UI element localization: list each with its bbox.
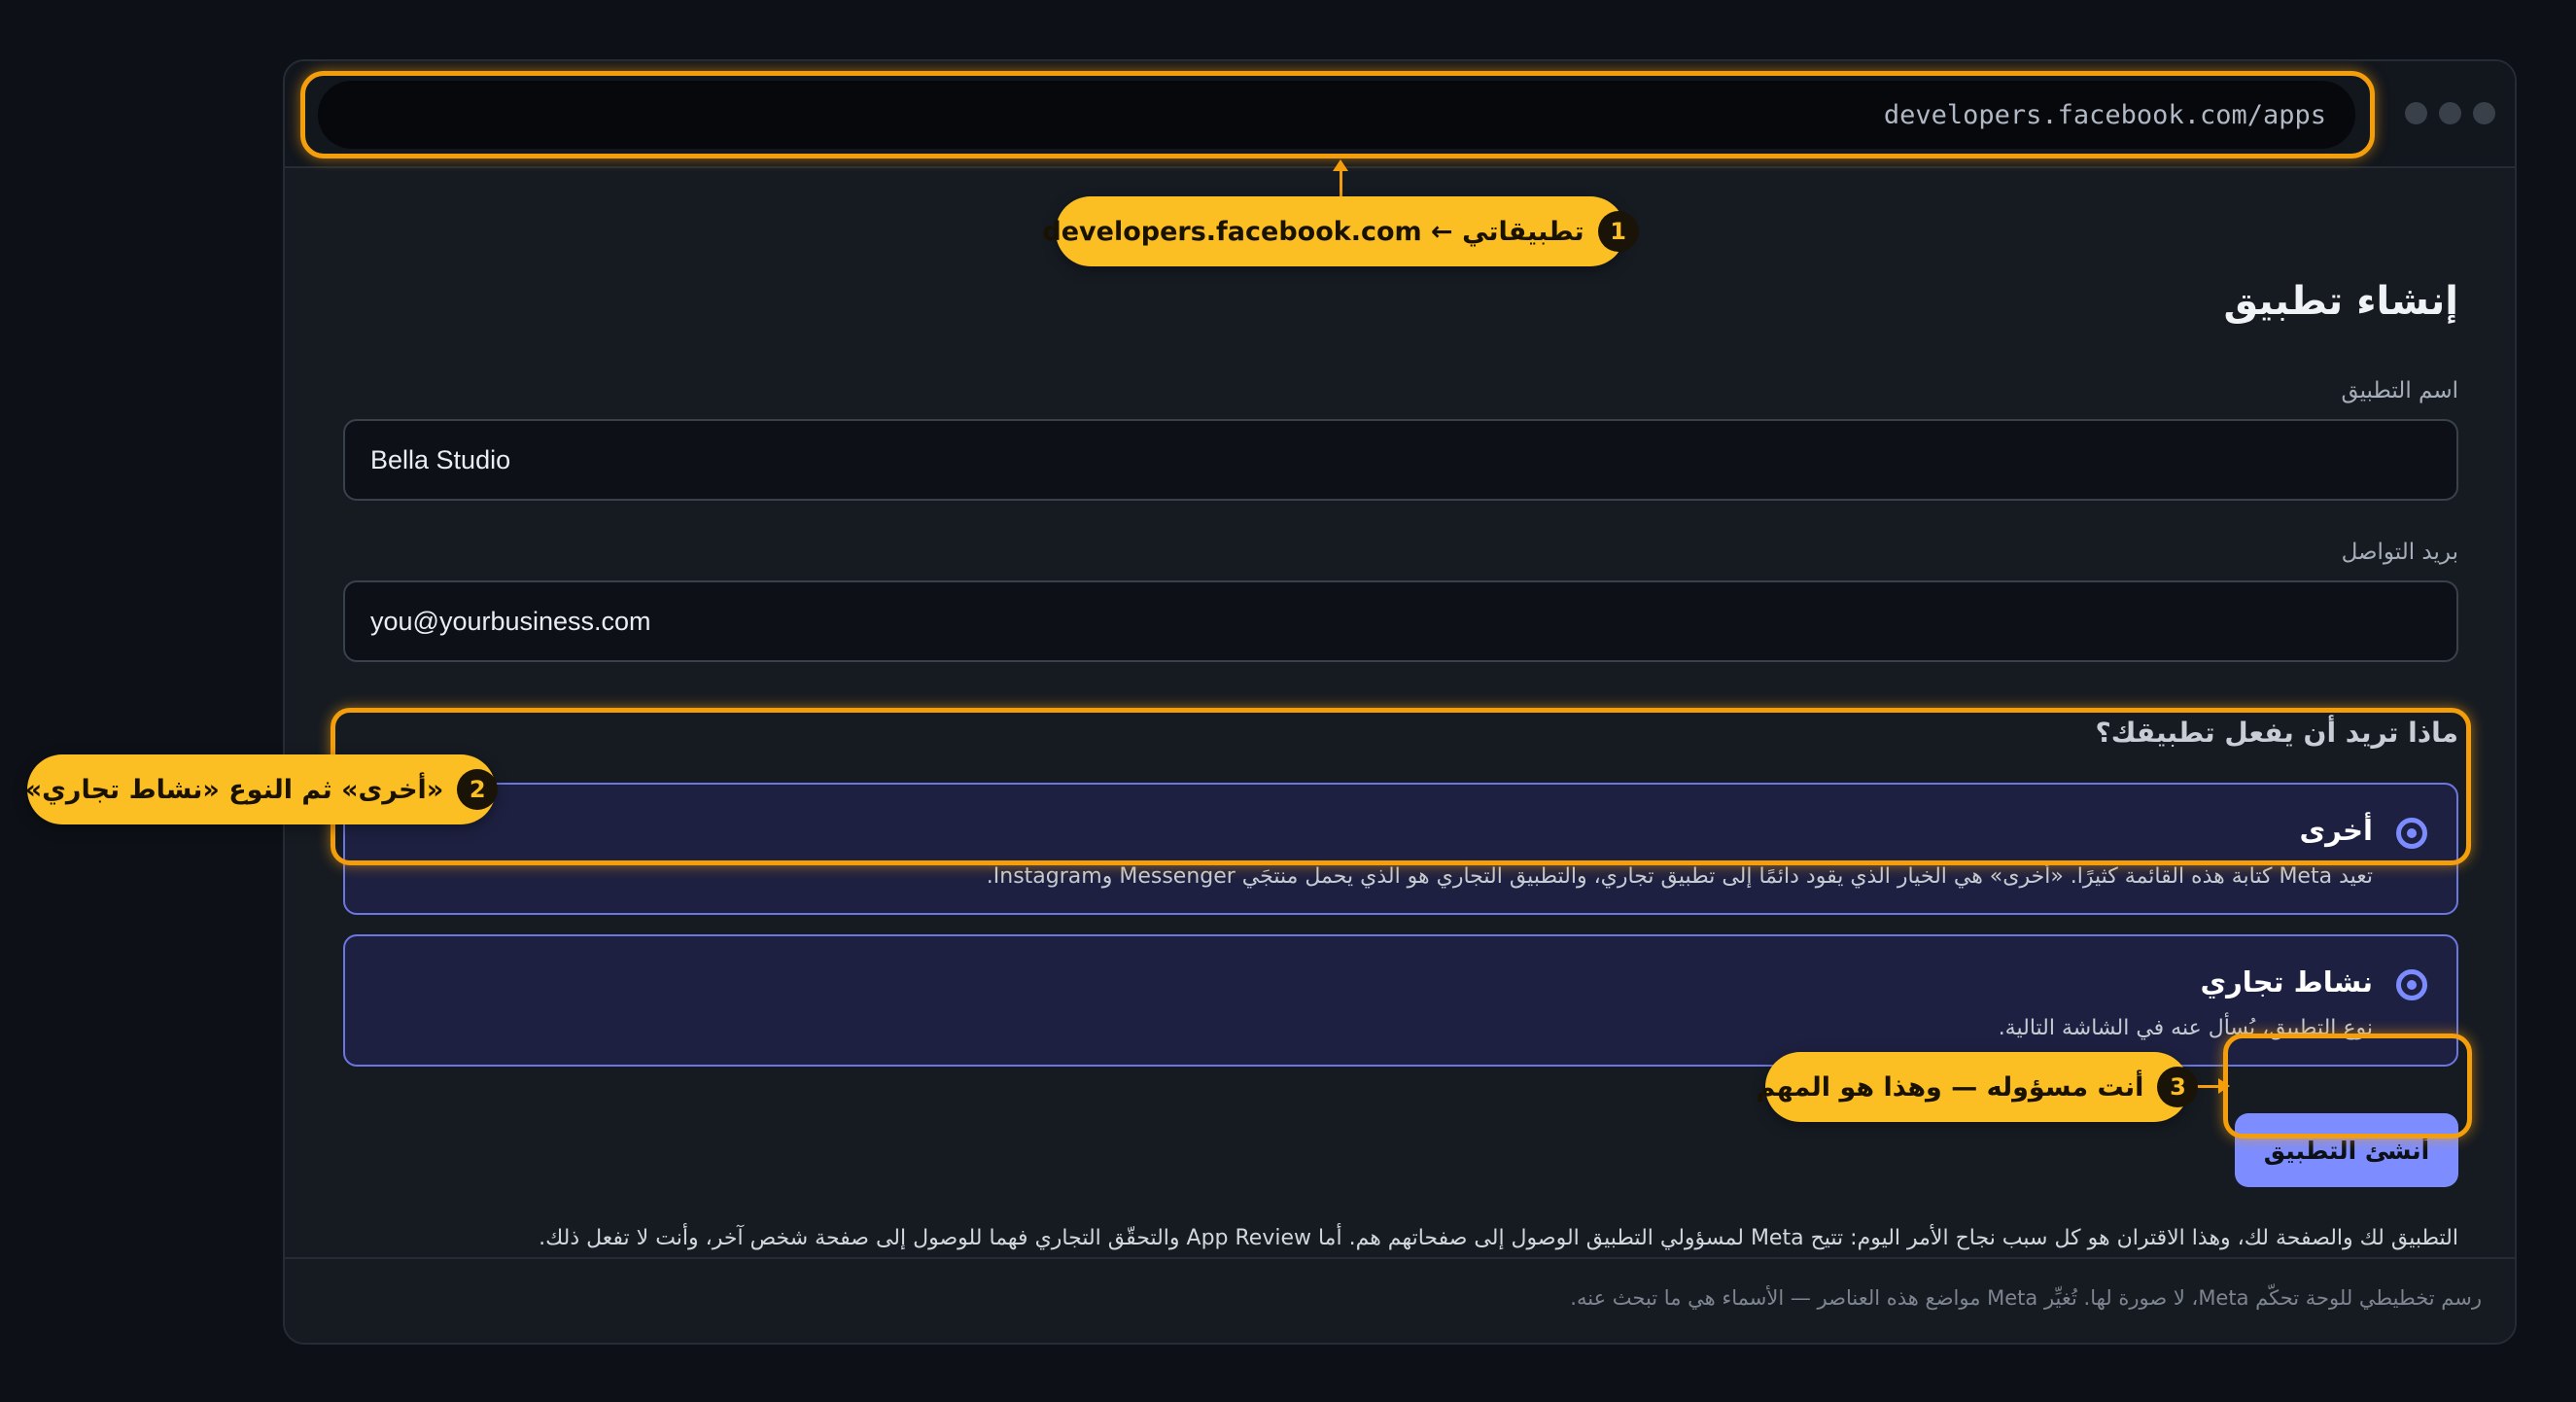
footer-disclaimer: رسم تخطيطي للوحة تحكّم Meta، لا صورة لها… <box>1570 1286 2482 1310</box>
option-other[interactable]: أخرى تعيد Meta كتابة هذه القائمة كثيرًا.… <box>343 783 2458 915</box>
callout-3: 3 أنت مسؤوله — وهذا هو المهم <box>1757 1052 2199 1122</box>
callout-1-arrow-icon <box>1333 159 1348 196</box>
window-controls <box>2405 102 2495 124</box>
callout-1-text: تطبيقاتي ← developers.facebook.com <box>1042 216 1584 247</box>
window-dot-icon[interactable] <box>2473 102 2495 124</box>
radio-selected-icon[interactable] <box>2396 969 2427 1000</box>
email-input[interactable]: you@yourbusiness.com <box>343 580 2458 662</box>
option-business[interactable]: نشاط تجاري نوع التطبيق، يُسأل عنه في الش… <box>343 934 2458 1067</box>
callout-3-text: أنت مسؤوله — وهذا هو المهم <box>1756 1071 2144 1103</box>
create-app-button[interactable]: أنشئ التطبيق <box>2235 1113 2458 1187</box>
ownership-note: التطبيق لك والصفحة لك، وهذا الاقتران هو … <box>539 1226 2458 1250</box>
browser-chrome: developers.facebook.com/apps <box>285 61 2515 168</box>
radio-selected-icon[interactable] <box>2396 818 2427 849</box>
address-bar-url: developers.facebook.com/apps <box>1883 99 2326 130</box>
option-other-title: أخرى <box>2299 814 2373 847</box>
footer: رسم تخطيطي للوحة تحكّم Meta، لا صورة لها… <box>285 1257 2515 1343</box>
callout-2: 2 «أخرى» ثم النوع «نشاط تجاري» <box>24 754 499 824</box>
app-name-input[interactable]: Bella Studio <box>343 419 2458 501</box>
email-value: you@yourbusiness.com <box>370 606 651 636</box>
option-business-title: نشاط تجاري <box>2200 965 2373 999</box>
page-title: إنشاء تطبيق <box>2223 279 2458 324</box>
callout-1-badge: 1 <box>1597 211 1639 252</box>
app-name-label: اسم التطبيق <box>2341 378 2458 403</box>
address-bar[interactable]: developers.facebook.com/apps <box>318 81 2355 149</box>
window-dot-icon[interactable] <box>2405 102 2427 124</box>
callout-2-text: «أخرى» ثم النوع «نشاط تجاري» <box>24 774 444 805</box>
window-dot-icon[interactable] <box>2439 102 2461 124</box>
option-other-description: تعيد Meta كتابة هذه القائمة كثيرًا. «أخر… <box>986 864 2373 889</box>
callout-2-badge: 2 <box>457 769 499 810</box>
app-name-value: Bella Studio <box>370 444 511 474</box>
purpose-title: ماذا تريد أن يفعل تطبيقك؟ <box>2095 717 2458 749</box>
option-business-description: نوع التطبيق، يُسأل عنه في الشاشة التالية… <box>1998 1016 2373 1040</box>
callout-1: 1 تطبيقاتي ← developers.facebook.com <box>1042 196 1639 266</box>
email-label: بريد التواصل <box>2341 540 2458 565</box>
